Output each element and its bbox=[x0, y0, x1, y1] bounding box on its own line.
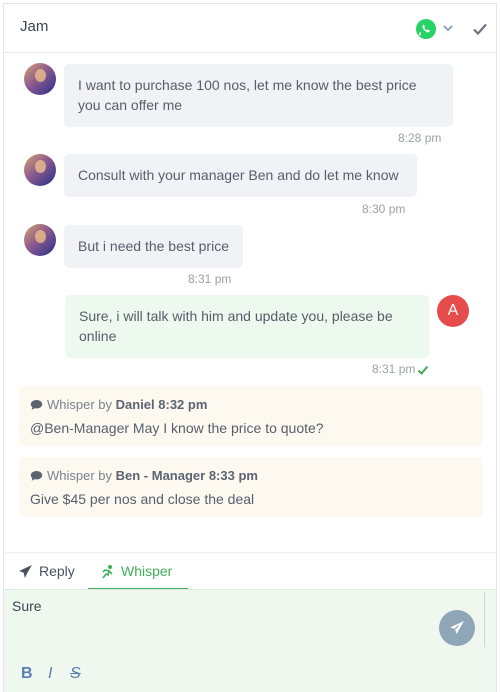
message-line: But i need the best price bbox=[78, 238, 229, 254]
incoming-message: Consult with your manager Ben and do let… bbox=[64, 154, 417, 197]
incoming-message: I want to purchase 100 nos, let me know … bbox=[64, 64, 453, 127]
whatsapp-icon[interactable] bbox=[416, 19, 436, 39]
message-line: you can offer me bbox=[78, 97, 183, 113]
tab-whisper-label: Whisper bbox=[121, 563, 173, 579]
message-time: 8:31 pm bbox=[188, 272, 232, 286]
whisper-author-time: Daniel 8:32 pm bbox=[115, 397, 208, 412]
whisper-person-icon bbox=[102, 565, 113, 579]
paper-plane-icon bbox=[19, 565, 32, 578]
send-icon bbox=[450, 621, 464, 634]
outgoing-message: Sure, i will talk with him and update yo… bbox=[65, 295, 429, 358]
message-line: I want to purchase 100 nos, let me know … bbox=[78, 77, 417, 93]
whisper-meta: Whisper by Daniel 8:32 pm bbox=[30, 397, 207, 412]
resolve-check-icon[interactable] bbox=[472, 21, 488, 37]
contact-name[interactable]: Jam bbox=[20, 18, 48, 35]
comment-icon bbox=[30, 471, 43, 481]
whisper-note: Whisper by Ben - Manager 8:33 pm Give $4… bbox=[19, 457, 483, 517]
whisper-prefix: Whisper by bbox=[47, 468, 116, 483]
message-time: 8:31 pm bbox=[372, 362, 416, 376]
tab-reply[interactable]: Reply bbox=[18, 563, 75, 579]
tab-reply-label: Reply bbox=[39, 563, 75, 579]
italic-button[interactable]: I bbox=[48, 665, 52, 683]
whisper-text: @Ben-Manager May I know the price to quo… bbox=[30, 420, 324, 436]
send-button[interactable] bbox=[439, 610, 475, 646]
message-input[interactable]: Sure bbox=[12, 598, 482, 653]
tab-whisper[interactable]: Whisper bbox=[100, 563, 172, 579]
strikethrough-button[interactable]: S bbox=[70, 665, 81, 683]
whisper-note: Whisper by Daniel 8:32 pm @Ben-Manager M… bbox=[19, 386, 483, 446]
whisper-author-time: Ben - Manager 8:33 pm bbox=[115, 468, 258, 483]
whisper-meta: Whisper by Ben - Manager 8:33 pm bbox=[30, 468, 258, 483]
whisper-text: Give $45 per nos and close the deal bbox=[30, 491, 255, 507]
composer-scrollbar[interactable] bbox=[484, 592, 485, 647]
message-line: Consult with your manager Ben and do let… bbox=[78, 167, 399, 183]
message-time: 8:30 pm bbox=[362, 202, 406, 216]
comment-icon bbox=[30, 400, 43, 410]
contact-avatar bbox=[24, 63, 56, 95]
agent-avatar: A bbox=[437, 295, 469, 327]
message-line: Sure, i will talk with him and update yo… bbox=[79, 308, 393, 324]
composer-tabs: Reply Whisper bbox=[4, 552, 496, 590]
contact-avatar bbox=[24, 224, 56, 256]
incoming-message: But i need the best price bbox=[64, 225, 243, 268]
conversation-panel: Jam I want to purchase 100 nos, let me k… bbox=[3, 3, 497, 692]
whisper-prefix: Whisper by bbox=[47, 397, 116, 412]
contact-avatar bbox=[24, 154, 56, 186]
delivered-check-icon bbox=[417, 365, 429, 375]
bold-button[interactable]: B bbox=[21, 665, 33, 683]
composer: Sure B I S bbox=[4, 589, 496, 692]
message-line: online bbox=[79, 328, 117, 344]
conversation-header: Jam bbox=[4, 4, 496, 53]
chevron-down-icon[interactable] bbox=[442, 22, 454, 34]
message-time: 8:28 pm bbox=[398, 131, 442, 145]
